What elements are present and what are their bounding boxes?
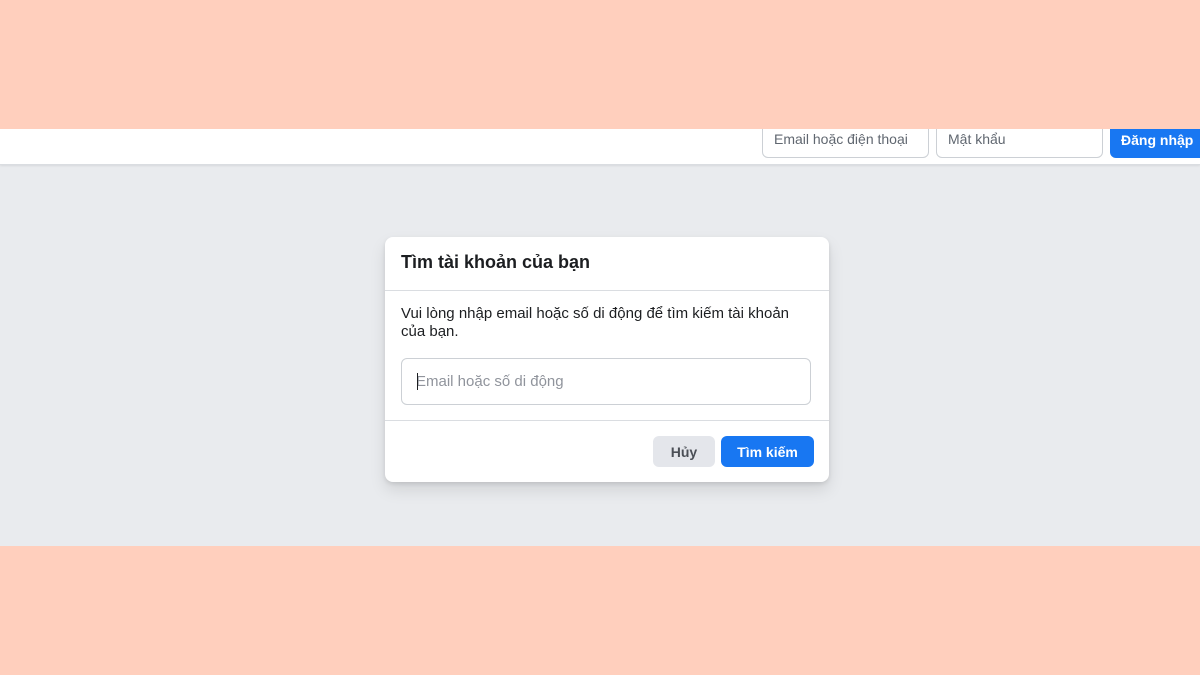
login-password-field[interactable]: Mật khẩu (936, 129, 1103, 158)
text-cursor (417, 373, 418, 390)
login-button[interactable]: Đăng nhập (1110, 129, 1200, 158)
cancel-button[interactable]: Hủy (653, 436, 715, 467)
email-or-phone-input[interactable] (401, 358, 811, 405)
login-email-field[interactable]: Email hoặc điện thoại (762, 129, 929, 158)
dialog-description: Vui lòng nhập email hoặc số di động để t… (401, 305, 790, 340)
dialog-header: Tìm tài khoản của bạn (385, 237, 829, 291)
search-button[interactable]: Tìm kiếm (721, 436, 814, 467)
search-field-wrapper (401, 358, 813, 405)
dialog-title: Tìm tài khoản của bạn (401, 252, 591, 272)
top-navigation-bar: Email hoặc điện thoại Mật khẩu Đăng nhập (0, 129, 1200, 165)
find-account-dialog: Tìm tài khoản của bạn Vui lòng nhập emai… (385, 237, 829, 482)
dialog-body: Vui lòng nhập email hoặc số di động để t… (385, 291, 829, 421)
browser-viewport: Email hoặc điện thoại Mật khẩu Đăng nhập… (0, 129, 1200, 546)
dialog-footer: Hủy Tìm kiếm (385, 421, 829, 481)
